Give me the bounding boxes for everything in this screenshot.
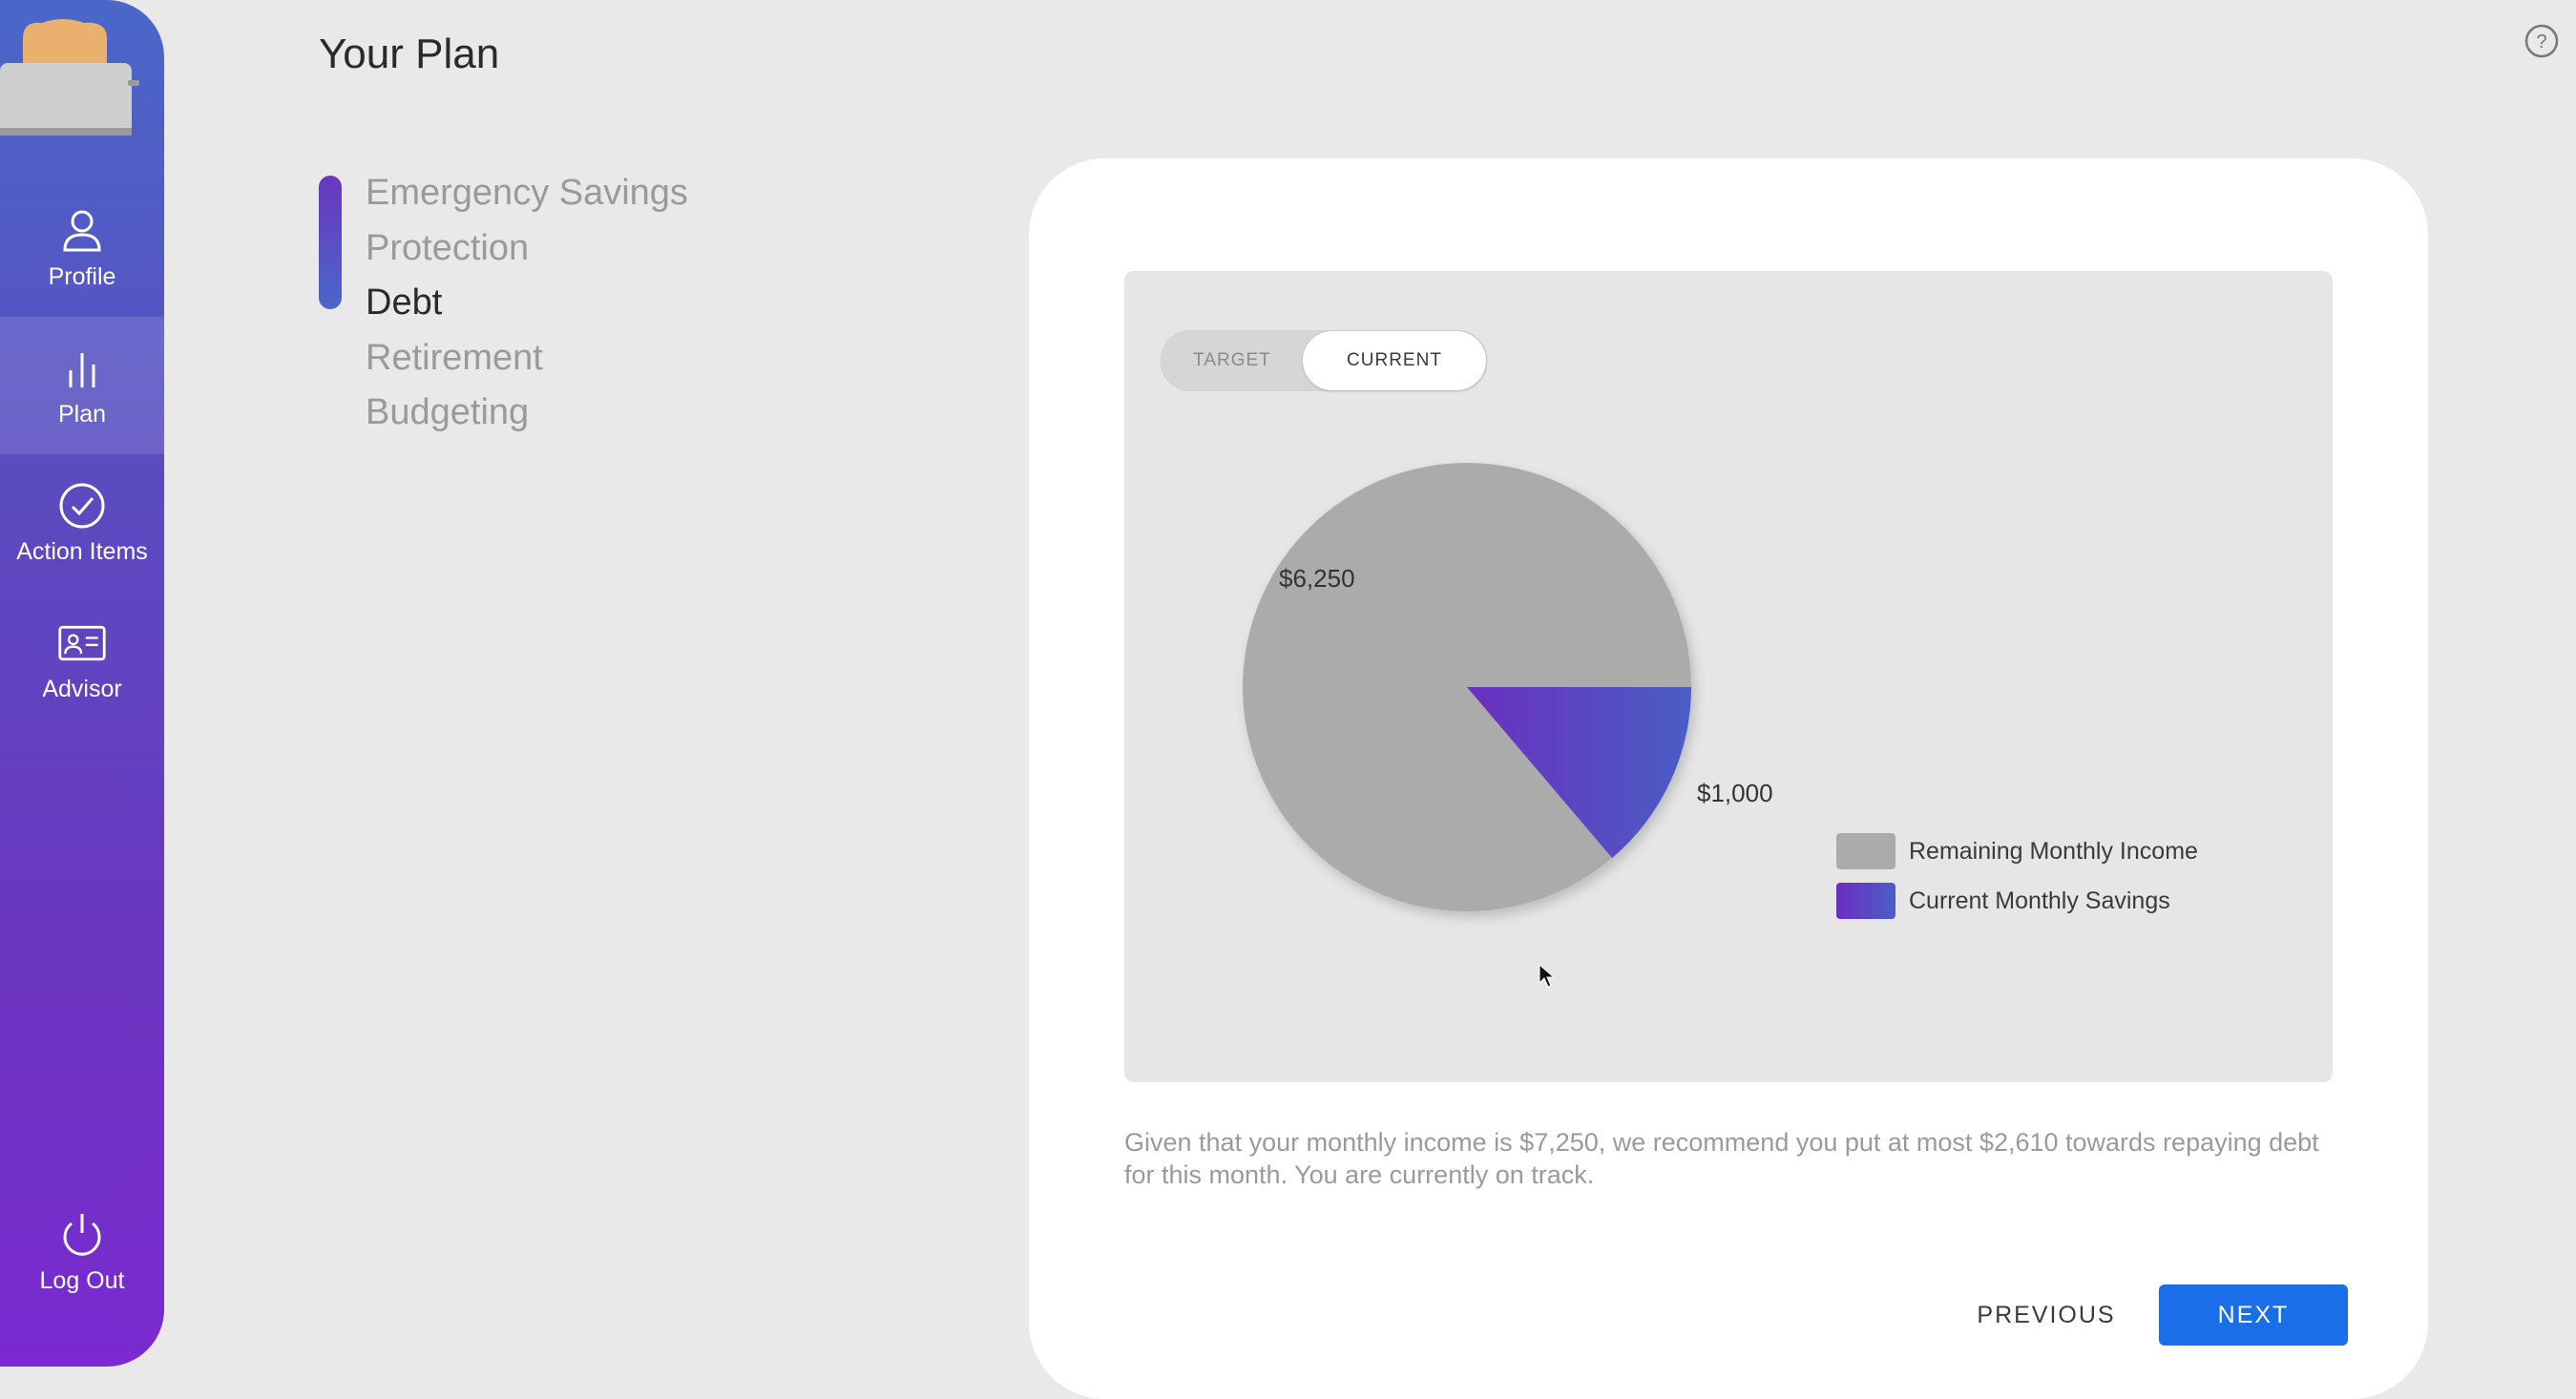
power-icon <box>63 1213 101 1256</box>
sidebar-item-plan[interactable]: Plan <box>0 317 164 454</box>
target-current-toggle[interactable]: TARGET CURRENT <box>1161 330 1487 391</box>
pie-chart: $6,250 $1,000 <box>1243 463 1773 911</box>
step-budgeting[interactable]: Budgeting <box>366 387 688 443</box>
id-card-icon <box>58 625 106 660</box>
sidebar-item-label: Action Items <box>16 537 148 565</box>
step-retirement[interactable]: Retirement <box>366 333 688 388</box>
legend-item: Current Monthly Savings <box>1836 876 2198 926</box>
step-emergency-savings[interactable]: Emergency Savings <box>366 168 688 223</box>
next-button[interactable]: NEXT <box>2159 1284 2348 1346</box>
step-debt[interactable]: Debt <box>366 278 688 333</box>
pie-label-current-savings: $1,000 <box>1697 779 1773 807</box>
toaster-logo[interactable] <box>0 17 143 137</box>
logout-button[interactable]: Log Out <box>0 1183 164 1321</box>
step-progress-indicator <box>319 176 342 309</box>
sidebar-item-label: Advisor <box>42 675 122 702</box>
recommendation-text: Given that your monthly income is $7,250… <box>1124 1128 2319 1189</box>
legend-swatch-remaining <box>1836 833 1895 869</box>
svg-text:?: ? <box>2536 31 2546 52</box>
previous-button[interactable]: PREVIOUS <box>1960 1284 2132 1346</box>
legend-swatch-savings <box>1836 883 1895 919</box>
help-icon[interactable]: ? <box>2524 23 2560 59</box>
sidebar-item-label: Profile <box>48 262 116 290</box>
sidebar-item-action-items[interactable]: Action Items <box>0 454 164 592</box>
sidebar-item-profile[interactable]: Profile <box>0 179 164 317</box>
sidebar: Profile Plan Action Items Advisor Log Ou… <box>0 0 164 1367</box>
chart-legend: Remaining Monthly Income Current Monthly… <box>1836 826 2198 926</box>
logout-label: Log Out <box>39 1266 125 1294</box>
page-title: Your Plan <box>319 31 500 77</box>
toggle-current-option[interactable]: CURRENT <box>1303 331 1486 390</box>
legend-label: Current Monthly Savings <box>1909 887 2170 914</box>
person-icon <box>63 210 101 251</box>
bar-chart-icon <box>69 352 95 387</box>
toggle-target-option[interactable]: TARGET <box>1162 331 1303 390</box>
check-circle-icon <box>59 483 105 528</box>
sidebar-item-advisor[interactable]: Advisor <box>0 592 164 729</box>
legend-label: Remaining Monthly Income <box>1909 837 2198 865</box>
sidebar-item-label: Plan <box>57 400 107 428</box>
mouse-cursor-icon <box>1539 964 1556 988</box>
legend-item: Remaining Monthly Income <box>1836 826 2198 876</box>
plan-steps: Emergency Savings Protection Debt Retire… <box>366 168 688 443</box>
pie-label-remaining-income: $6,250 <box>1279 564 1355 593</box>
step-protection[interactable]: Protection <box>366 223 688 279</box>
